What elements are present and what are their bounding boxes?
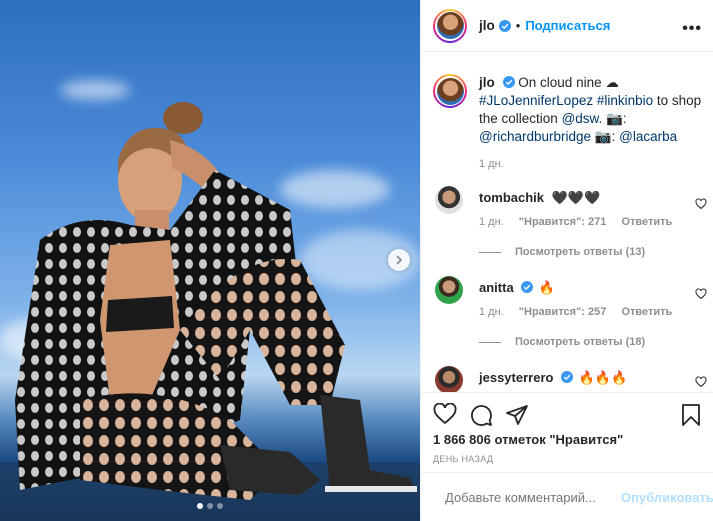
verified-icon	[521, 281, 534, 293]
like-heart-icon[interactable]	[433, 403, 457, 425]
caption-text: jlo On cloud nine ☁ #JLoJenniferLopez #l…	[479, 74, 703, 146]
comment-text: tombachik 🖤🖤🖤	[479, 190, 600, 206]
view-replies-label: Посмотреть ответы (13)	[515, 246, 646, 258]
add-comment-input[interactable]	[445, 489, 621, 505]
caption-time[interactable]: 1 дн.	[479, 158, 703, 170]
model-figure-image	[0, 102, 420, 521]
view-replies-label: Посмотреть ответы (18)	[515, 336, 646, 348]
mention-link[interactable]: @richardburbridge	[479, 129, 591, 144]
caption-username[interactable]: jlo	[479, 75, 495, 90]
add-comment-bar: Опубликовать	[421, 472, 713, 521]
comment-avatar[interactable]	[435, 276, 463, 304]
view-replies-button[interactable]: Посмотреть ответы (13)	[479, 246, 645, 258]
view-replies-button[interactable]: Посмотреть ответы (18)	[479, 336, 645, 348]
comment-username[interactable]: jessyterrero	[479, 370, 553, 385]
comment-meta: 1 дн. "Нравится": 257 Ответить	[479, 306, 684, 318]
carousel-dots	[0, 503, 420, 509]
author-username[interactable]: jlo	[479, 18, 495, 33]
post-date[interactable]: ДЕНЬ НАЗАД	[433, 454, 493, 464]
comment-text: anitta 🔥	[479, 280, 555, 296]
post-actions	[421, 392, 713, 436]
chevron-right-icon	[396, 255, 403, 265]
caption-hashtags[interactable]: #JLoJenniferLopez #linkinbio	[479, 93, 653, 108]
camera-emoji: 📷:	[606, 111, 627, 126]
more-dots-icon[interactable]: •••	[682, 20, 702, 38]
verified-icon	[561, 371, 574, 383]
comment-username[interactable]: tombachik	[479, 190, 544, 205]
comment-username[interactable]: anitta	[479, 280, 514, 295]
carousel-dot	[207, 503, 213, 509]
heart-icon[interactable]	[695, 376, 707, 388]
heart-icon[interactable]	[695, 288, 707, 300]
mention-link[interactable]: @lacarba	[619, 129, 677, 144]
camera-emoji: 📷:	[594, 129, 616, 144]
caption-line: On cloud nine ☁	[518, 75, 619, 90]
mention-link[interactable]: @dsw.	[562, 111, 603, 126]
author-avatar[interactable]	[433, 8, 467, 43]
comment-likes[interactable]: "Нравится": 271	[519, 216, 607, 228]
comment-text: jessyterrero 🔥🔥🔥	[479, 370, 627, 386]
carousel-next-button[interactable]	[388, 249, 410, 271]
subscribe-button[interactable]: Подписаться	[525, 18, 610, 33]
comment-avatar[interactable]	[435, 186, 463, 214]
replies-divider	[479, 251, 501, 253]
post-header: jlo • Подписаться •••	[421, 0, 713, 52]
reply-button[interactable]: Ответить	[621, 306, 672, 318]
comment-time[interactable]: 1 дн.	[479, 216, 504, 228]
replies-divider	[479, 341, 501, 343]
comment-meta: 1 дн. "Нравится": 271 Ответить	[479, 216, 684, 228]
carousel-dot	[217, 503, 223, 509]
comment-body: 🔥🔥🔥	[578, 370, 628, 385]
post-side-panel: jlo • Подписаться ••• jlo On cloud nine …	[420, 0, 713, 521]
comment-body: 🖤🖤🖤	[551, 190, 601, 205]
comment-time[interactable]: 1 дн.	[479, 306, 504, 318]
caption-avatar[interactable]	[433, 74, 467, 108]
carousel-dot	[197, 503, 203, 509]
likes-count[interactable]: 1 866 806 отметок "Нравится"	[433, 432, 623, 447]
bookmark-icon[interactable]	[681, 403, 701, 427]
heart-icon[interactable]	[695, 198, 707, 210]
comments-list[interactable]: jlo On cloud nine ☁ #JLoJenniferLopez #l…	[421, 52, 713, 392]
comment-body: 🔥	[538, 280, 556, 295]
comment-avatar[interactable]	[435, 366, 463, 392]
publish-button[interactable]: Опубликовать	[621, 490, 713, 505]
share-plane-icon[interactable]	[505, 403, 529, 427]
post-caption: jlo On cloud nine ☁ #JLoJenniferLopez #l…	[433, 74, 703, 170]
reply-button[interactable]: Ответить	[621, 216, 672, 228]
comment-bubble-icon[interactable]	[469, 403, 493, 427]
post-photo[interactable]	[0, 0, 420, 521]
verified-icon	[498, 19, 511, 32]
verified-icon	[502, 76, 515, 88]
comment-likes[interactable]: "Нравится": 257	[519, 306, 607, 318]
